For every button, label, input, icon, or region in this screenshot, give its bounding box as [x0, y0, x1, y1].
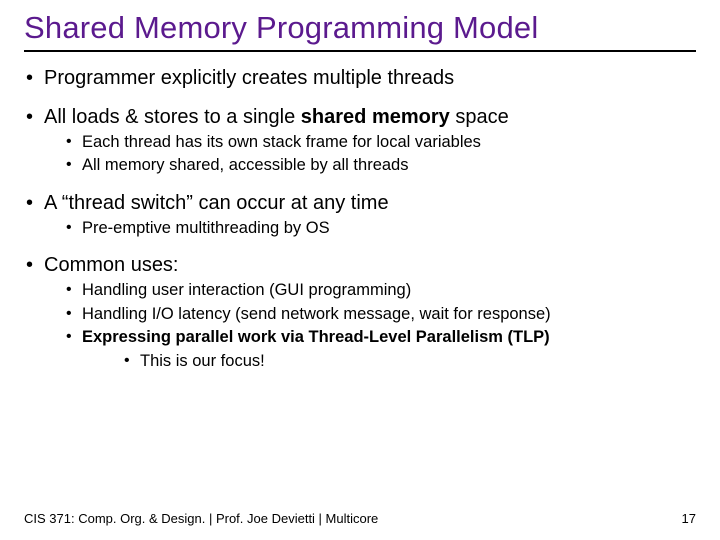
slide: Shared Memory Programming Model Programm…	[0, 0, 720, 540]
bullet-4-sub3-text: Expressing parallel work via Thread-Leve…	[82, 328, 550, 346]
bullet-2-post: space	[450, 106, 509, 128]
bullet-4-sub3-sublist: This is our focus!	[82, 351, 696, 372]
bullet-list: Programmer explicitly creates multiple t…	[24, 66, 696, 372]
bullet-1-text: Programmer explicitly creates multiple t…	[44, 67, 454, 89]
bullet-2: All loads & stores to a single shared me…	[24, 105, 696, 177]
bullet-3-sub1-text: Pre-emptive multithreading by OS	[82, 219, 330, 237]
bullet-4-text: Common uses:	[44, 254, 179, 276]
bullet-1: Programmer explicitly creates multiple t…	[24, 66, 696, 91]
bullet-3-sublist: Pre-emptive multithreading by OS	[44, 218, 696, 239]
bullet-4-sub3-sub1-text: This is our focus!	[140, 352, 265, 370]
bullet-2-sub1: Each thread has its own stack frame for …	[44, 132, 696, 153]
footer-left: CIS 371: Comp. Org. & Design. | Prof. Jo…	[24, 511, 378, 526]
bullet-2-sub1-text: Each thread has its own stack frame for …	[82, 133, 481, 151]
bullet-4-sub3: Expressing parallel work via Thread-Leve…	[44, 327, 696, 372]
bullet-4-sublist: Handling user interaction (GUI programmi…	[44, 280, 696, 372]
bullet-2-sub2-text: All memory shared, accessible by all thr…	[82, 156, 408, 174]
bullet-4-sub2: Handling I/O latency (send network messa…	[44, 304, 696, 325]
bullet-3-text: A “thread switch” can occur at any time	[44, 192, 389, 214]
bullet-3: A “thread switch” can occur at any time …	[24, 191, 696, 239]
bullet-4-sub1: Handling user interaction (GUI programmi…	[44, 280, 696, 301]
slide-title: Shared Memory Programming Model	[24, 10, 696, 48]
title-rule	[24, 50, 696, 52]
bullet-4: Common uses: Handling user interaction (…	[24, 253, 696, 372]
bullet-4-sub3-sub1: This is our focus!	[82, 351, 696, 372]
bullet-2-pre: All loads & stores to a single	[44, 106, 301, 128]
page-number: 17	[682, 511, 696, 526]
bullet-2-sublist: Each thread has its own stack frame for …	[44, 132, 696, 177]
bullet-4-sub2-text: Handling I/O latency (send network messa…	[82, 305, 551, 323]
bullet-2-sub2: All memory shared, accessible by all thr…	[44, 155, 696, 176]
bullet-2-bold: shared memory	[301, 106, 450, 128]
footer: CIS 371: Comp. Org. & Design. | Prof. Jo…	[24, 511, 696, 526]
bullet-3-sub1: Pre-emptive multithreading by OS	[44, 218, 696, 239]
bullet-4-sub1-text: Handling user interaction (GUI programmi…	[82, 281, 411, 299]
